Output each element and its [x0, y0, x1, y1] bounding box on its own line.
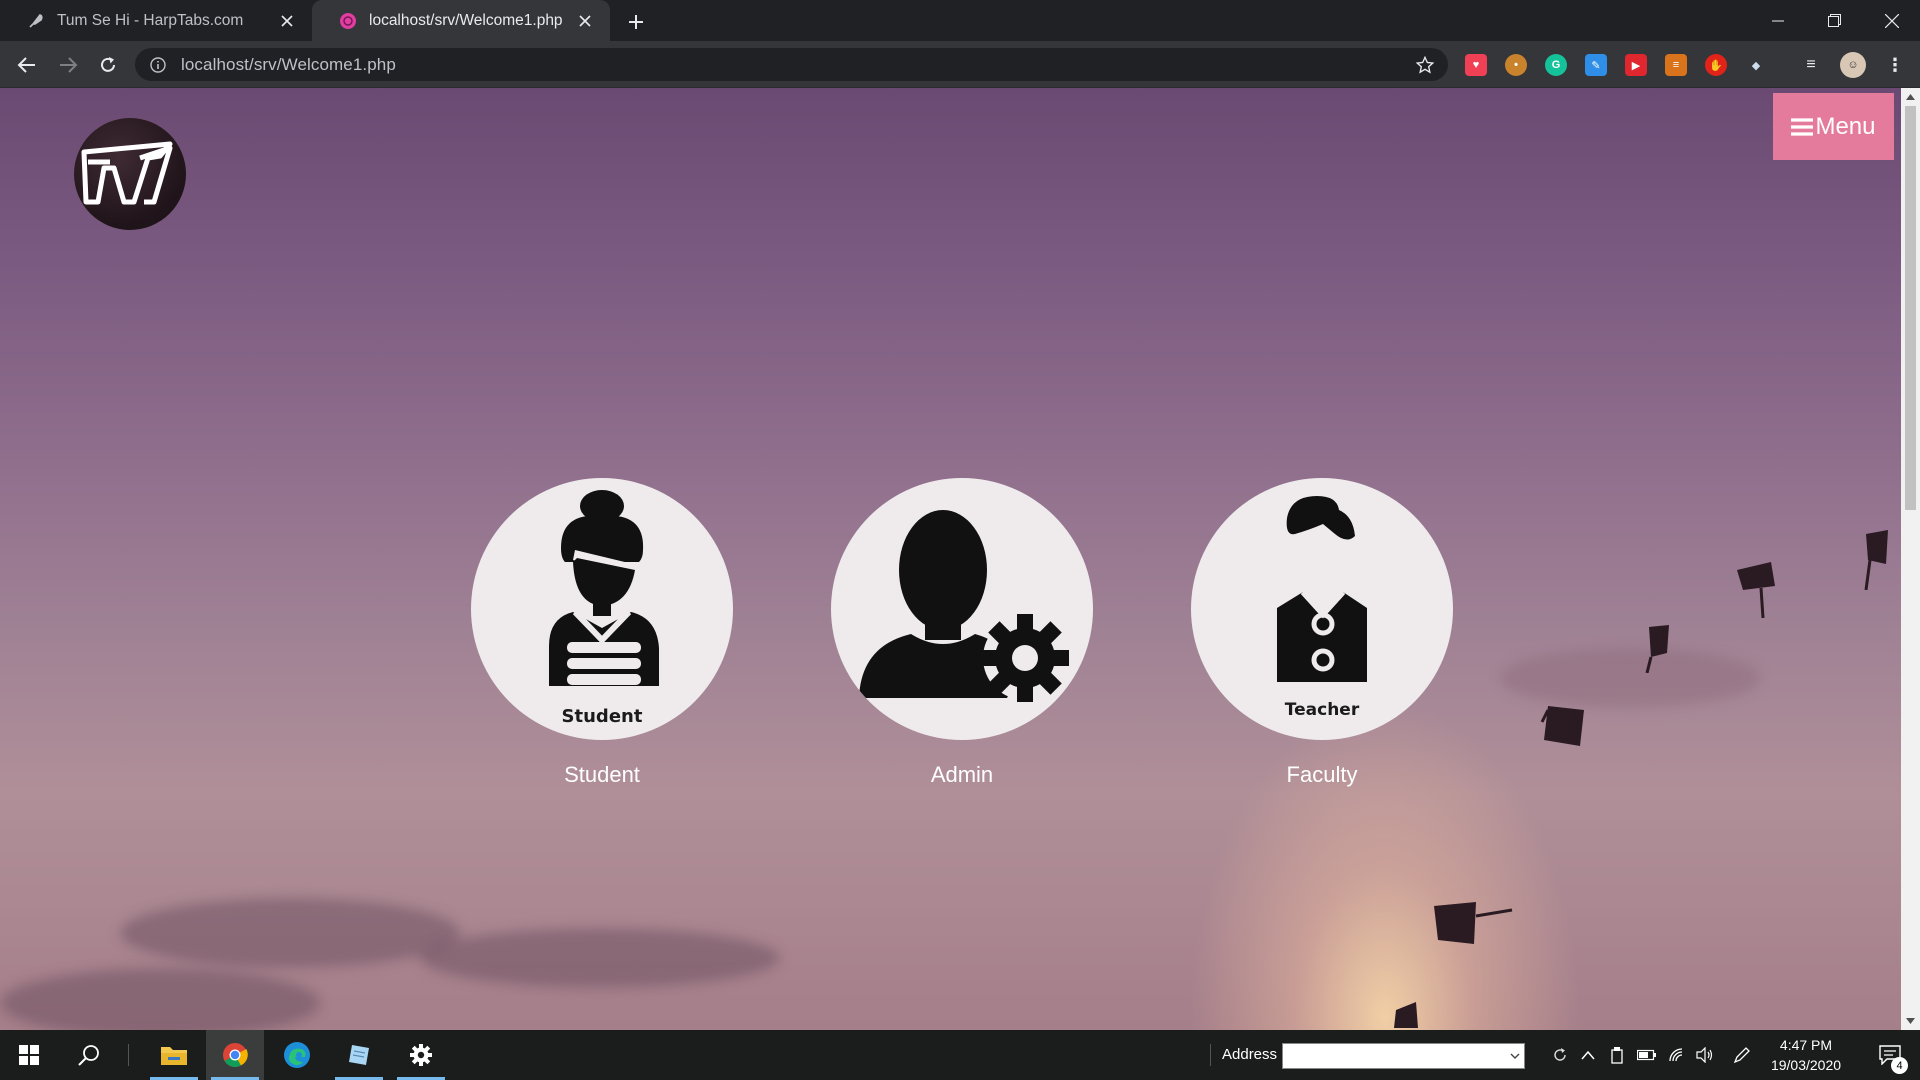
student-icon	[549, 490, 659, 686]
graduation-cap-icon	[1434, 902, 1513, 944]
admin-icon	[859, 510, 1069, 702]
clock-time: 4:47 PM	[1779, 1037, 1833, 1053]
cloud	[120, 898, 460, 968]
graduation-cap-icon	[1864, 530, 1888, 590]
app-grid-icon[interactable]: ≡	[1665, 54, 1687, 76]
gear-icon	[410, 1044, 432, 1066]
close-tab-icon[interactable]	[276, 10, 298, 32]
pen-icon[interactable]	[1732, 1045, 1752, 1065]
url-text[interactable]: localhost/srv/Welcome1.php	[181, 55, 1410, 75]
pink-globe-icon	[338, 11, 357, 30]
media-queue-icon[interactable]: ≡	[1800, 54, 1822, 76]
cloud	[420, 928, 780, 988]
role-label-student[interactable]: Student	[471, 762, 733, 788]
teacher-caption: Teacher	[1284, 700, 1360, 720]
file-explorer-button[interactable]	[145, 1030, 203, 1080]
cloud	[0, 968, 320, 1030]
adblock-icon[interactable]: ✋	[1705, 54, 1727, 76]
shield-icon[interactable]: ◆	[1745, 54, 1767, 76]
address-bar[interactable]: localhost/srv/Welcome1.php	[135, 48, 1448, 81]
taskbar-separator	[1210, 1044, 1211, 1066]
new-tab-button[interactable]	[623, 9, 649, 35]
scroll-up-arrow[interactable]	[1906, 92, 1915, 101]
role-faculty[interactable]: Teacher Faculty	[1191, 478, 1453, 788]
volume-icon[interactable]	[1695, 1045, 1715, 1065]
tab-harptabs[interactable]: Tum Se Hi - HarpTabs.com	[0, 0, 312, 41]
usb-drive-icon[interactable]	[1607, 1045, 1627, 1065]
graduation-cap-icon	[1394, 1002, 1418, 1028]
address-refresh-icon[interactable]	[1550, 1045, 1570, 1065]
scrollbar-thumb[interactable]	[1905, 106, 1916, 510]
folder-icon	[161, 1047, 187, 1065]
windows-icon	[19, 1045, 39, 1065]
wifi-icon[interactable]	[1667, 1045, 1687, 1065]
notification-count-badge: 4	[1891, 1057, 1908, 1074]
kebab-menu-icon[interactable]: ⋮	[1884, 54, 1906, 76]
graduation-cap-icon	[1645, 625, 1669, 673]
edge-button[interactable]	[268, 1030, 326, 1080]
tab-title: Tum Se Hi - HarpTabs.com	[57, 11, 244, 29]
role-admin[interactable]: Admin	[831, 478, 1093, 788]
hamburger-icon	[1791, 117, 1814, 136]
site-logo[interactable]	[74, 118, 186, 230]
address-toolbar-input[interactable]	[1282, 1043, 1525, 1069]
back-button[interactable]	[13, 51, 41, 79]
chrome-button[interactable]	[206, 1030, 264, 1080]
notepad-app-button[interactable]	[330, 1030, 388, 1080]
reload-button[interactable]	[94, 51, 122, 79]
menu-button[interactable]: Menu	[1773, 93, 1894, 160]
pocket-icon[interactable]: ♥	[1465, 54, 1487, 76]
tab-welcome[interactable]: localhost/srv/Welcome1.php	[312, 0, 610, 41]
srv-logo-icon	[81, 141, 173, 205]
grammarly-icon[interactable]: G	[1545, 54, 1567, 76]
system-clock[interactable]: 4:47 PM 19/03/2020	[1762, 1035, 1850, 1075]
windows-taskbar: Address 4:47 PM 19/03/2020 4	[0, 1030, 1920, 1080]
role-label-admin[interactable]: Admin	[831, 762, 1093, 788]
role-label-faculty[interactable]: Faculty	[1191, 762, 1453, 788]
student-caption: Student	[561, 706, 643, 727]
scroll-down-arrow[interactable]	[1906, 1016, 1915, 1025]
close-tab-icon[interactable]	[574, 10, 596, 32]
chrome-icon	[223, 1043, 248, 1068]
page-scrollbar[interactable]	[1901, 88, 1920, 1030]
close-window-button[interactable]	[1862, 0, 1920, 41]
info-icon[interactable]	[149, 56, 167, 74]
address-toolbar-label: Address	[1222, 1046, 1278, 1063]
graduation-cap-icon	[1540, 706, 1584, 746]
action-center-button[interactable]: 4	[1865, 1030, 1915, 1080]
teacher-avatar-circle[interactable]: Teacher	[1191, 478, 1453, 740]
role-student[interactable]: Student Student	[471, 478, 733, 788]
notepad-icon	[349, 1045, 369, 1065]
student-avatar-circle[interactable]: Student	[471, 478, 733, 740]
browser-toolbar: localhost/srv/Welcome1.php ♥ • G ✎ ▶ ≡ ✋…	[0, 41, 1920, 88]
cloud	[1500, 648, 1760, 708]
restore-button[interactable]	[1805, 0, 1864, 41]
graduation-cap-icon	[1737, 562, 1775, 618]
minimize-button[interactable]	[1748, 0, 1807, 41]
cookie-icon[interactable]: •	[1505, 54, 1527, 76]
chevron-up-icon[interactable]	[1578, 1045, 1598, 1065]
tab-title: localhost/srv/Welcome1.php	[369, 11, 563, 29]
search-icon	[78, 1045, 99, 1066]
profile-avatar[interactable]: ☺	[1840, 52, 1866, 78]
taskbar-separator	[128, 1044, 129, 1066]
forward-button[interactable]	[54, 51, 82, 79]
feather-icon	[26, 11, 45, 30]
youtube-icon[interactable]: ▶	[1625, 54, 1647, 76]
page-viewport: Menu Student Student Admin Teacher Facul…	[0, 88, 1901, 1030]
notes-icon[interactable]: ✎	[1585, 54, 1607, 76]
battery-icon[interactable]	[1637, 1045, 1657, 1065]
tab-strip: Tum Se Hi - HarpTabs.com localhost/srv/W…	[0, 0, 1920, 41]
clock-date: 19/03/2020	[1770, 1057, 1842, 1073]
bookmark-star-icon[interactable]	[1410, 50, 1440, 80]
chevron-down-icon[interactable]	[1510, 1051, 1520, 1061]
start-button[interactable]	[0, 1030, 58, 1080]
admin-avatar-circle[interactable]	[831, 478, 1093, 740]
menu-label: Menu	[1815, 112, 1876, 140]
edge-icon	[284, 1042, 310, 1068]
search-button[interactable]	[60, 1030, 118, 1080]
settings-button[interactable]	[392, 1030, 450, 1080]
